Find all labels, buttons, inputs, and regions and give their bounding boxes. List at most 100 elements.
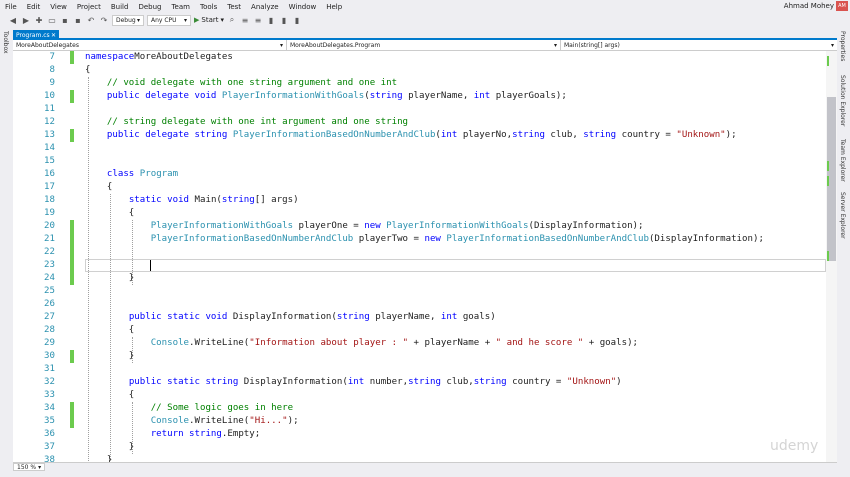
code-line[interactable]: 25 — [13, 285, 826, 298]
change-indicator — [70, 51, 74, 64]
avatar[interactable]: AM — [836, 1, 848, 11]
code-text: // Some logic goes in here — [85, 402, 293, 415]
redo-icon[interactable]: ↷ — [99, 16, 109, 25]
code-line[interactable]: 18 static void Main(string[] args) — [13, 194, 826, 207]
tab-server-explorer[interactable]: Server Explorer — [839, 192, 846, 239]
code-line[interactable]: 26 — [13, 298, 826, 311]
code-token: public static string — [128, 377, 244, 387]
code-line[interactable]: 8{ — [13, 64, 826, 77]
code-line[interactable]: 17 { — [13, 181, 826, 194]
menu-item-window[interactable]: Window — [284, 3, 322, 11]
zoom-select[interactable]: 150 % ▾ — [13, 463, 46, 471]
code-token: .WriteLine( — [189, 338, 250, 348]
menu-item-test[interactable]: Test — [222, 3, 246, 11]
vertical-scrollbar[interactable] — [826, 51, 837, 462]
bookmark-prev-icon[interactable]: ▮ — [292, 16, 302, 25]
code-text: // string delegate with one int argument… — [85, 116, 408, 129]
start-button[interactable]: ▶ Start ▾ — [194, 16, 224, 24]
code-token: { — [85, 65, 91, 75]
code-token: "Information about player : " — [249, 338, 409, 348]
code-line[interactable]: 14 — [13, 142, 826, 155]
code-token: number, — [364, 377, 409, 387]
close-icon[interactable]: ✕ — [51, 32, 56, 39]
code-line[interactable]: 29 Console.WriteLine("Information about … — [13, 337, 826, 350]
code-line[interactable]: 19 { — [13, 207, 826, 220]
code-text: return string.Empty; — [85, 428, 261, 441]
tab-team-explorer[interactable]: Team Explorer — [839, 139, 846, 182]
type-combo[interactable]: MoreAboutDelegates.Program ▾ — [287, 40, 561, 50]
forward-icon[interactable]: ▶ — [21, 16, 31, 25]
new-project-icon[interactable]: ✚ — [34, 16, 44, 25]
code-line[interactable]: 33 { — [13, 389, 826, 402]
code-line[interactable]: 31 — [13, 363, 826, 376]
project-combo[interactable]: MoreAboutDelegates ▾ — [13, 40, 287, 50]
save-all-icon[interactable]: ▪ — [73, 16, 83, 25]
bookmark-next-icon[interactable]: ▮ — [279, 16, 289, 25]
menu-item-debug[interactable]: Debug — [133, 3, 166, 11]
user-name[interactable]: Ahmad Mohey — [784, 2, 834, 10]
tab-properties[interactable]: Properties — [839, 31, 846, 61]
bookmark-icon[interactable]: ▮ — [266, 16, 276, 25]
menu-item-file[interactable]: File — [0, 3, 22, 11]
code-line[interactable]: 34 // Some logic goes in here — [13, 402, 826, 415]
toolbox-tab[interactable]: Toolbox — [2, 31, 9, 54]
save-icon[interactable]: ▪ — [60, 16, 70, 25]
menu-item-help[interactable]: Help — [321, 3, 347, 11]
member-combo[interactable]: Main(string[] args) ▾ — [561, 40, 837, 50]
code-text: { — [85, 324, 134, 337]
code-token: int — [440, 130, 458, 140]
code-line[interactable]: 32 public static string DisplayInformati… — [13, 376, 826, 389]
code-line[interactable]: 9 // void delegate with one string argum… — [13, 77, 826, 90]
code-line[interactable]: 22 — [13, 246, 826, 259]
undo-icon[interactable]: ↶ — [86, 16, 96, 25]
line-number: 27 — [44, 312, 55, 322]
back-icon[interactable]: ◀ — [8, 16, 18, 25]
menu-item-project[interactable]: Project — [72, 3, 106, 11]
code-line[interactable]: 20 PlayerInformationWithGoals playerOne … — [13, 220, 826, 233]
code-line[interactable]: 15 — [13, 155, 826, 168]
code-line[interactable]: 35 Console.WriteLine("Hi..."); — [13, 415, 826, 428]
code-token: // string delegate with one int argument… — [106, 117, 409, 127]
code-line[interactable]: 37 } — [13, 441, 826, 454]
code-line[interactable]: 11 — [13, 103, 826, 116]
bottom-strip — [0, 471, 850, 477]
uncomment-icon[interactable]: ≡ — [253, 16, 263, 25]
menu-item-tools[interactable]: Tools — [195, 3, 222, 11]
code-line[interactable]: 10 public delegate void PlayerInformatio… — [13, 90, 826, 103]
change-indicator — [70, 233, 74, 246]
code-token: int — [347, 377, 365, 387]
code-line[interactable]: 28 { — [13, 324, 826, 337]
code-line[interactable]: 30 } — [13, 350, 826, 363]
find-icon[interactable]: ⌕ — [227, 15, 237, 25]
code-line[interactable]: 21 PlayerInformationBasedOnNumberAndClub… — [13, 233, 826, 246]
code-line[interactable]: 24 } — [13, 272, 826, 285]
chevron-down-icon: ▾ — [38, 463, 42, 471]
code-line[interactable]: 7 namespaceMoreAboutDelegates — [13, 51, 826, 64]
code-text: Console.WriteLine("Information about pla… — [85, 337, 638, 350]
code-editor[interactable]: 7 namespaceMoreAboutDelegates 8{9 // void … — [13, 51, 826, 462]
code-line[interactable]: 23 — [13, 259, 826, 272]
menu-item-team[interactable]: Team — [166, 3, 195, 11]
document-tab[interactable]: Program.cs ✕ — [13, 30, 59, 40]
code-token: playerTwo = — [353, 234, 425, 244]
code-line[interactable]: 13 public delegate string PlayerInformat… — [13, 129, 826, 142]
line-number: 28 — [44, 325, 55, 335]
config-select[interactable]: Debug ▾ — [112, 14, 144, 26]
menu-item-analyze[interactable]: Analyze — [246, 3, 284, 11]
code-line[interactable]: 38 } — [13, 454, 826, 462]
menu-item-edit[interactable]: Edit — [22, 3, 46, 11]
code-line[interactable]: 36 return string.Empty; — [13, 428, 826, 441]
menu-item-view[interactable]: View — [45, 3, 72, 11]
menu-items: File Edit View Project Build Debug Team Tools Te… — [0, 3, 347, 11]
menu-item-build[interactable]: Build — [106, 3, 134, 11]
platform-select[interactable]: Any CPU ▾ — [147, 14, 191, 26]
tab-solution-explorer[interactable]: Solution Explorer — [839, 75, 846, 126]
code-line[interactable]: 16 class Program — [13, 168, 826, 181]
comment-icon[interactable]: ≡ — [240, 16, 250, 25]
line-number: 34 — [44, 403, 55, 413]
code-line[interactable]: 27 public static void DisplayInformation… — [13, 311, 826, 324]
code-line[interactable]: 12 // string delegate with one int argum… — [13, 116, 826, 129]
open-folder-icon[interactable]: ▭ — [47, 16, 57, 25]
